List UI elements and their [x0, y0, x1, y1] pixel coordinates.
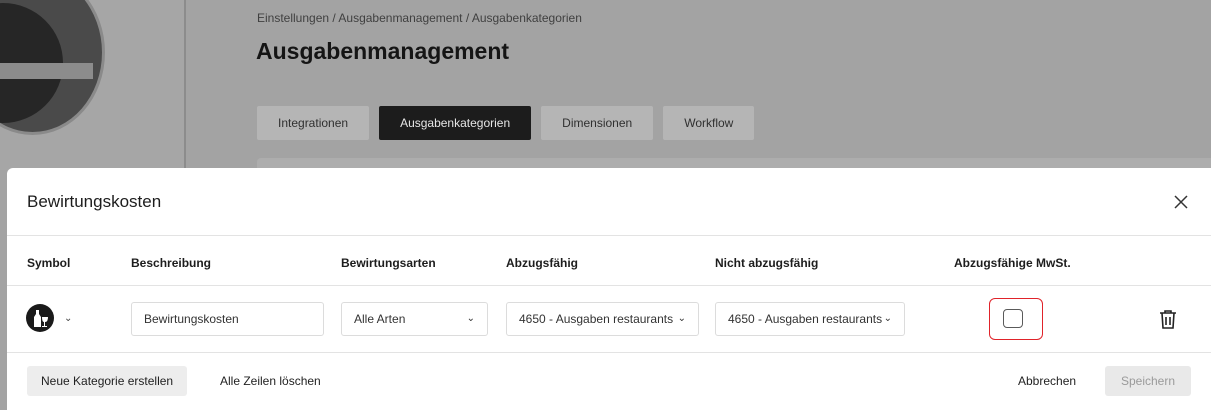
cancel-button[interactable]: Abbrechen — [1018, 366, 1076, 396]
modal-footer: Neue Kategorie erstellen Alle Zeilen lös… — [7, 354, 1211, 410]
col-symbol: Symbol — [27, 256, 71, 270]
col-description: Beschreibung — [131, 256, 212, 270]
table-row: ⌄ Alle Arten ⌄ 4650 - Ausgaben restauran… — [7, 287, 1211, 353]
modal-header: Bewirtungskosten — [7, 168, 1211, 236]
close-icon[interactable] — [1173, 194, 1189, 210]
main-area — [188, 0, 1211, 170]
highlight-annotation — [989, 298, 1043, 340]
tab-workflow[interactable]: Workflow — [663, 106, 755, 140]
tab-ausgabenkategorien[interactable]: Ausgabenkategorien — [379, 106, 532, 140]
category-modal: Bewirtungskosten Symbol Beschreibung Bew… — [7, 168, 1211, 410]
chevron-down-icon[interactable]: ⌄ — [64, 313, 72, 324]
col-non-deductible: Nicht abzugsfähig — [715, 256, 819, 270]
breadcrumb: Einstellungen / Ausgabenmanagement / Aus… — [257, 11, 582, 25]
tab-dimensionen[interactable]: Dimensionen — [541, 106, 654, 140]
col-vat: Abzugsfähige MwSt. — [954, 256, 1071, 270]
description-input[interactable] — [131, 302, 324, 336]
new-category-button[interactable]: Neue Kategorie erstellen — [27, 366, 188, 396]
avatar — [0, 0, 105, 135]
save-button[interactable]: Speichern — [1105, 366, 1191, 396]
trash-icon[interactable] — [1159, 309, 1177, 330]
sidebar — [0, 0, 186, 170]
page-title: Ausgabenmanagement — [256, 38, 510, 64]
non-deductible-select[interactable]: 4650 - Ausgaben restaurants ⌄ — [715, 302, 905, 336]
col-types: Bewirtungsarten — [341, 256, 436, 270]
chevron-down-icon: ⌄ — [677, 313, 686, 324]
column-headers: Symbol Beschreibung Bewirtungsarten Abzu… — [7, 237, 1211, 286]
types-select[interactable]: Alle Arten ⌄ — [341, 302, 488, 336]
vat-checkbox[interactable] — [1003, 309, 1023, 328]
col-deductible: Abzugsfähig — [506, 256, 578, 270]
delete-all-rows-button[interactable]: Alle Zeilen löschen — [220, 366, 321, 396]
tab-bar: Integrationen Ausgabenkategorien Dimensi… — [257, 106, 755, 140]
chevron-down-icon: ⌄ — [466, 313, 475, 324]
deductible-select[interactable]: 4650 - Ausgaben restaurants ⌄ — [506, 302, 699, 336]
chevron-down-icon: ⌄ — [883, 313, 892, 324]
tab-integrationen[interactable]: Integrationen — [257, 106, 370, 140]
modal-title: Bewirtungskosten — [27, 192, 162, 211]
wine-bottle-glass-icon[interactable] — [26, 304, 54, 332]
